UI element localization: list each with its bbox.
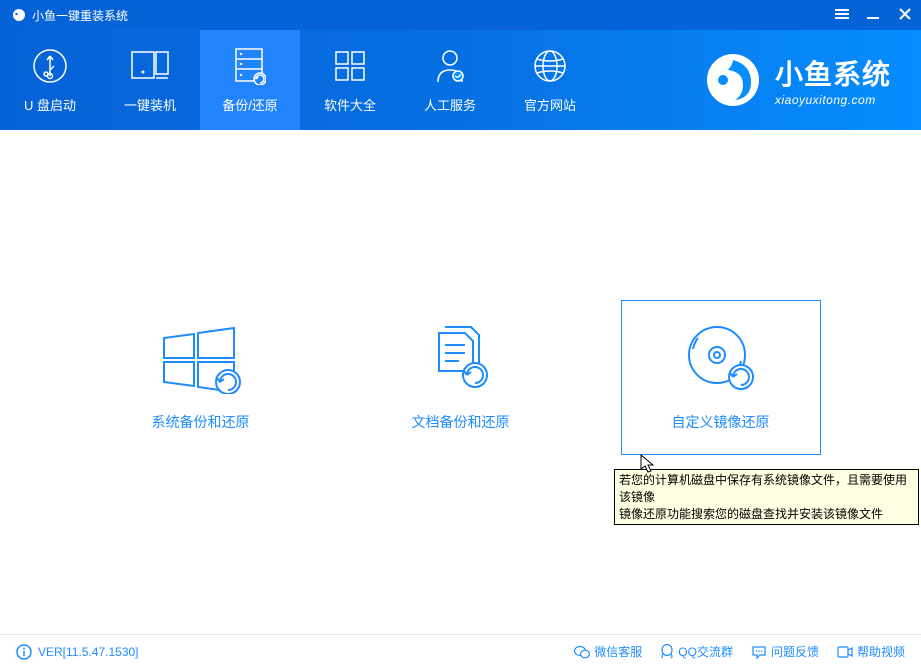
nav-backup-restore[interactable]: 备份/还原 xyxy=(200,30,300,130)
card-label: 系统备份和还原 xyxy=(152,412,250,432)
nav-label: 备份/还原 xyxy=(222,95,278,114)
content-area: 系统备份和还原 文档备份和还原 xyxy=(0,130,921,634)
nav-label: U 盘启动 xyxy=(24,95,76,114)
usb-icon xyxy=(32,47,68,85)
window-controls xyxy=(835,7,911,23)
tooltip-line1: 若您的计算机磁盘中保存有系统镜像文件，且需要使用该镜像 xyxy=(619,473,907,504)
nav-usb-boot[interactable]: U 盘启动 xyxy=(0,30,100,130)
brand: 小鱼系统 xiaoyuxitong.com xyxy=(600,30,921,130)
brand-title: 小鱼系统 xyxy=(775,53,891,93)
brand-url: xiaoyuxitong.com xyxy=(775,93,891,107)
grid-icon xyxy=(334,47,366,85)
footer: VER[11.5.47.1530] 微信客服 QQ交流群 问题反馈 xyxy=(0,634,921,668)
nav-website[interactable]: 官方网站 xyxy=(500,30,600,130)
nav-one-click-install[interactable]: 一键装机 xyxy=(100,30,200,130)
nav-label: 官方网站 xyxy=(524,95,576,114)
document-restore-icon xyxy=(425,324,497,394)
link-label: 帮助视频 xyxy=(857,643,905,660)
footer-wechat[interactable]: 微信客服 xyxy=(574,643,642,660)
brand-text: 小鱼系统 xiaoyuxitong.com xyxy=(775,53,891,107)
qq-icon xyxy=(660,644,674,660)
card-label: 自定义镜像还原 xyxy=(672,412,770,432)
link-label: 微信客服 xyxy=(594,643,642,660)
globe-icon xyxy=(533,47,567,85)
title-bar-left: 小鱼一键重装系统 xyxy=(12,7,128,24)
server-icon xyxy=(234,47,266,85)
tooltip-line2: 镜像还原功能搜索您的磁盘查找并安装该镜像文件 xyxy=(619,507,883,521)
video-icon xyxy=(837,646,853,658)
chat-icon xyxy=(751,645,767,659)
footer-qq[interactable]: QQ交流群 xyxy=(660,643,733,660)
nav-software[interactable]: 软件大全 xyxy=(300,30,400,130)
link-label: QQ交流群 xyxy=(678,643,733,660)
minimize-button[interactable] xyxy=(867,7,881,23)
nav-bar: U 盘启动 一键装机 备份 xyxy=(0,30,921,130)
computer-icon xyxy=(130,47,170,85)
footer-version: VER[11.5.47.1530] xyxy=(16,644,139,660)
link-label: 问题反馈 xyxy=(771,643,819,660)
card-custom-image[interactable]: 自定义镜像还原 xyxy=(621,300,821,455)
app-icon xyxy=(12,8,26,22)
app-title: 小鱼一键重装系统 xyxy=(32,7,128,24)
windows-restore-icon xyxy=(156,324,246,394)
tooltip: 若您的计算机磁盘中保存有系统镜像文件，且需要使用该镜像 镜像还原功能搜索您的磁盘… xyxy=(614,469,919,525)
close-button[interactable] xyxy=(899,8,911,22)
nav-support[interactable]: 人工服务 xyxy=(400,30,500,130)
wechat-icon xyxy=(574,645,590,659)
nav-label: 软件大全 xyxy=(324,95,376,114)
nav-label: 一键装机 xyxy=(124,95,176,114)
card-doc-backup[interactable]: 文档备份和还原 xyxy=(361,300,561,455)
footer-help[interactable]: 帮助视频 xyxy=(837,643,905,660)
menu-button[interactable] xyxy=(835,8,849,22)
title-bar: 小鱼一键重装系统 xyxy=(0,0,921,30)
nav-label: 人工服务 xyxy=(424,95,476,114)
brand-logo-icon xyxy=(703,50,763,110)
disc-restore-icon xyxy=(683,324,759,394)
info-icon xyxy=(16,644,32,660)
person-icon xyxy=(434,47,466,85)
footer-links: 微信客服 QQ交流群 问题反馈 帮助视频 xyxy=(574,643,905,660)
card-label: 文档备份和还原 xyxy=(412,412,510,432)
card-system-backup[interactable]: 系统备份和还原 xyxy=(101,300,301,455)
version-text: VER[11.5.47.1530] xyxy=(38,645,139,659)
footer-feedback[interactable]: 问题反馈 xyxy=(751,643,819,660)
